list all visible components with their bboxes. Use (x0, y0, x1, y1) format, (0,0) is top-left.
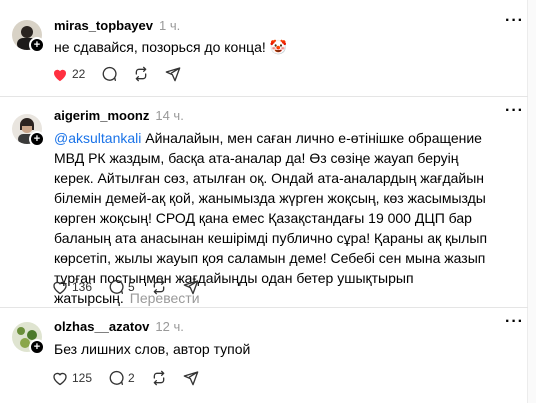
like-button[interactable]: 22 (52, 67, 85, 82)
comment-count: 5 (128, 280, 135, 294)
comment-button[interactable]: 5 (108, 279, 135, 295)
post-text: не сдавайся, позорься до конца! 🤡 (54, 39, 288, 55)
heart-icon (54, 69, 66, 81)
heart-icon (53, 281, 67, 294)
avatar[interactable]: + (12, 114, 45, 147)
post-header: olzhas__azatov 12 ч. (54, 319, 184, 334)
like-count: 125 (72, 371, 93, 385)
comment-button[interactable] (101, 66, 117, 82)
avatar[interactable]: + (12, 322, 45, 355)
follow-plus-icon[interactable]: + (29, 339, 45, 355)
post-actions: 22 (52, 64, 197, 84)
follow-plus-icon[interactable]: + (29, 131, 45, 147)
repost-button[interactable] (151, 370, 167, 386)
username[interactable]: olzhas__azatov (54, 319, 149, 334)
thread-post: + miras_topbayev 1 ч. ··· не сдавайся, по… (0, 0, 528, 96)
repost-button[interactable] (151, 279, 167, 295)
post-header: aigerim_moonz 14 ч. (54, 108, 184, 123)
like-count: 136 (72, 280, 93, 294)
like-button[interactable]: 136 (52, 280, 92, 295)
avatar[interactable]: + (12, 20, 45, 53)
heart-icon (53, 372, 67, 385)
share-icon (183, 371, 199, 386)
timestamp: 14 ч. (155, 108, 184, 123)
comment-button[interactable]: 2 (108, 370, 135, 386)
timestamp: 1 ч. (159, 18, 181, 33)
post-actions: 136 5 (52, 277, 215, 297)
share-icon (166, 67, 181, 82)
post-header: miras_topbayev 1 ч. (54, 18, 180, 33)
follow-plus-icon[interactable]: + (29, 37, 45, 53)
repost-icon (153, 370, 165, 386)
repost-button[interactable] (133, 66, 149, 82)
username[interactable]: aigerim_moonz (54, 108, 149, 123)
comment-icon (102, 66, 117, 81)
repost-icon (136, 66, 147, 82)
comment-icon (109, 279, 124, 294)
comment-count: 2 (128, 371, 135, 385)
post-actions: 125 2 (52, 368, 215, 388)
post-text: Без лишних слов, автор тупой (54, 341, 251, 357)
repost-icon (153, 279, 165, 295)
username[interactable]: miras_topbayev (54, 18, 153, 33)
more-icon[interactable]: ··· (505, 102, 524, 120)
share-button[interactable] (183, 370, 199, 386)
timestamp: 12 ч. (155, 319, 184, 334)
thread-post: + olzhas__azatov 12 ч. ··· Без лишних сло… (0, 308, 528, 403)
mention-link[interactable]: @aksultankali (54, 130, 141, 146)
like-count: 22 (72, 67, 86, 81)
scrollbar[interactable] (527, 0, 536, 403)
share-button[interactable] (165, 66, 181, 82)
more-icon[interactable]: ··· (505, 313, 524, 331)
thread-post: + aigerim_moonz 14 ч. ··· @aksultankali А… (0, 97, 528, 307)
more-icon[interactable]: ··· (505, 12, 524, 30)
share-button[interactable] (183, 279, 199, 295)
comment-icon (109, 370, 124, 385)
like-button[interactable]: 125 (52, 371, 92, 386)
share-icon (183, 280, 199, 295)
